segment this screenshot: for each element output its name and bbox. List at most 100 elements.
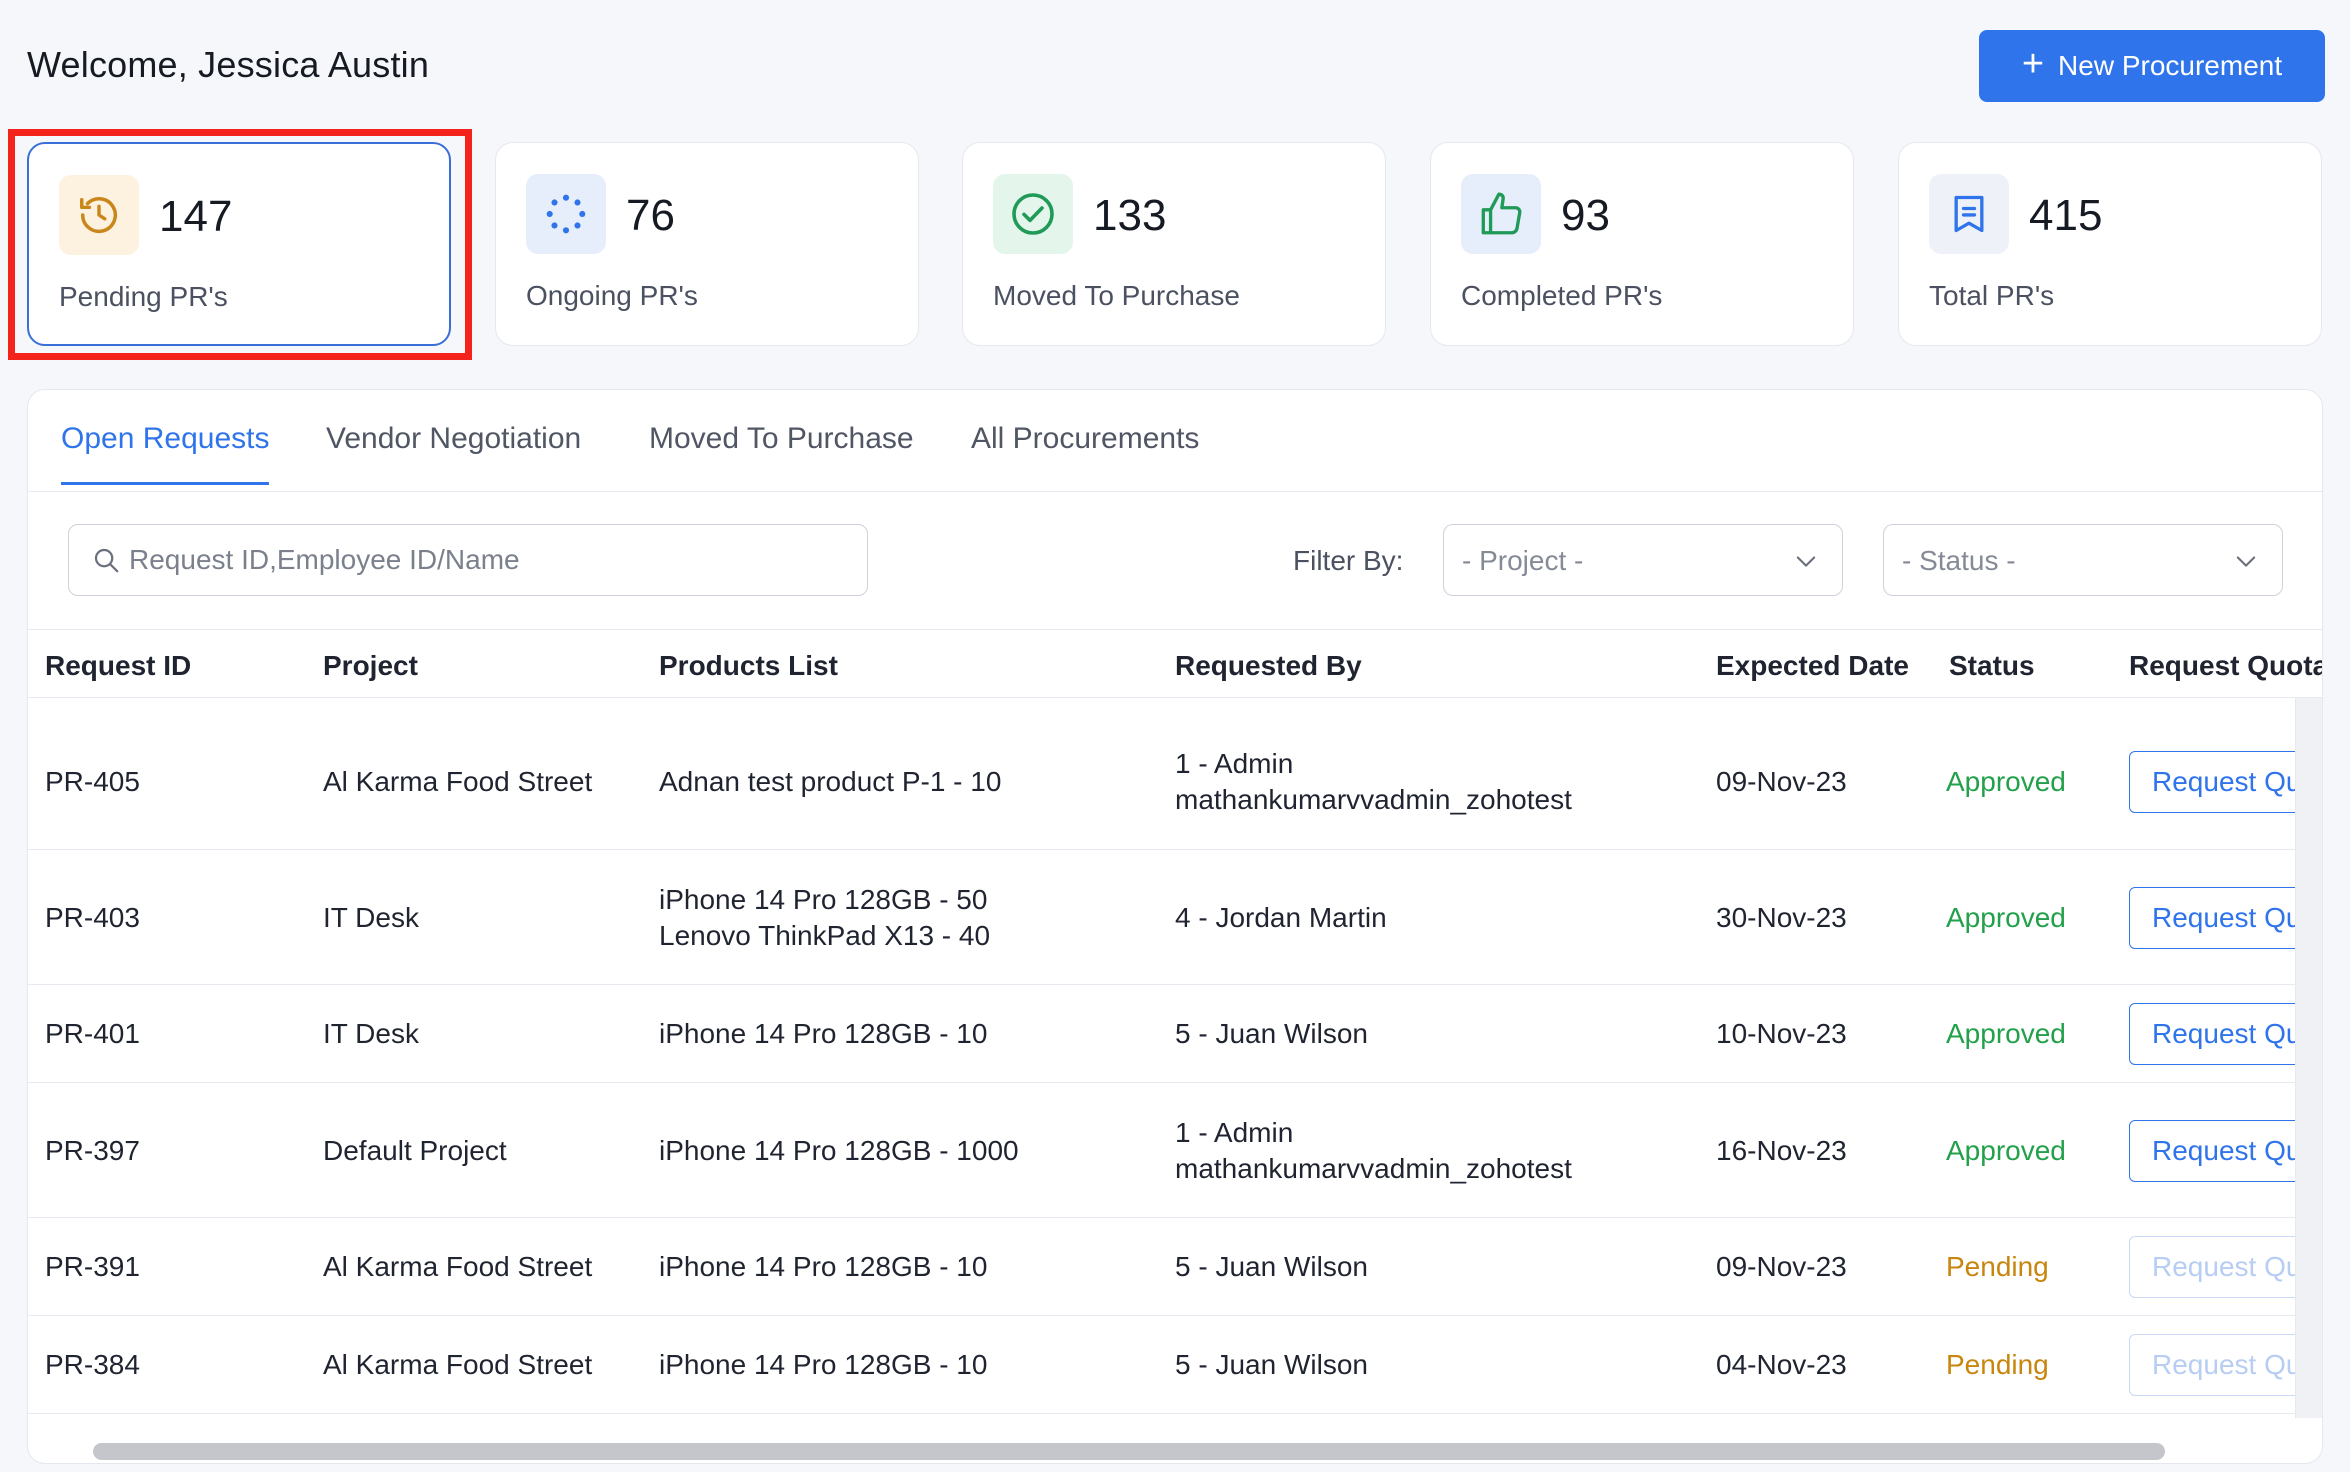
card-moved-to-purchase[interactable]: 133 Moved To Purchase: [962, 142, 1386, 346]
requested-by-email: mathankumarvvadmin_zohotest: [1175, 784, 1572, 815]
request-quotation-button[interactable]: Request Qu: [2129, 751, 2295, 813]
search-icon: [94, 548, 119, 573]
request-id: PR-391: [45, 1251, 140, 1282]
expected-date: 04-Nov-23: [1716, 1349, 1847, 1380]
requested-by: 5 - Juan Wilson: [1175, 1251, 1368, 1282]
requested-by: 5 - Juan Wilson: [1175, 1018, 1368, 1049]
column-header: Request Quotat: [2129, 650, 2323, 681]
request-id: PR-384: [45, 1349, 140, 1380]
table-body: PR-405 Al Karma Food Street Adnan test p…: [28, 698, 2295, 1418]
card-label: Pending PR's: [59, 281, 228, 312]
request-quotation-button[interactable]: Request Qu: [2129, 1003, 2295, 1065]
project-name: IT Desk: [323, 902, 419, 933]
status-text: Approved: [1946, 902, 2066, 933]
vertical-scrollbar[interactable]: [2295, 698, 2322, 1418]
product-item: Lenovo ThinkPad X13 - 40: [659, 920, 991, 951]
product-item: iPhone 14 Pro 128GB - 10: [659, 1251, 988, 1282]
table-row[interactable]: PR-403 IT Desk iPhone 14 Pro 128GB - 50 …: [28, 850, 2295, 985]
tab-all-procurements[interactable]: All Procurements: [971, 422, 1199, 482]
welcome-title: Welcome, Jessica Austin: [27, 44, 430, 85]
plus-icon: +: [2021, 43, 2045, 85]
requested-by: 1 - Admin: [1175, 748, 1294, 779]
tab-open-requests[interactable]: Open Requests: [61, 422, 270, 485]
expected-date: 16-Nov-23: [1716, 1135, 1847, 1166]
requests-panel: Open Requests Vendor Negotiation Moved T…: [27, 389, 2323, 1464]
requested-by: 4 - Jordan Martin: [1175, 902, 1387, 933]
request-id: PR-403: [45, 902, 140, 933]
card-total-prs[interactable]: 415 Total PR's: [1898, 142, 2322, 346]
new-procurement-button[interactable]: + New Procurement: [1979, 30, 2325, 102]
horizontal-scrollbar[interactable]: [93, 1443, 2165, 1460]
search-box: [68, 524, 868, 596]
column-header: Expected Date: [1716, 650, 1909, 681]
requested-by: 5 - Juan Wilson: [1175, 1349, 1368, 1380]
page-header: Welcome, Jessica Austin + New Procuremen…: [0, 0, 2350, 135]
filter-by-label: Filter By:: [1293, 545, 1404, 576]
table-row[interactable]: PR-384 Al Karma Food Street iPhone 14 Pr…: [28, 1316, 2295, 1414]
status-select[interactable]: - Status -: [1883, 524, 2283, 596]
chevron-down-icon: [2236, 556, 2256, 567]
status-text: Pending: [1946, 1349, 2049, 1380]
column-header: Request ID: [45, 650, 192, 681]
product-item: iPhone 14 Pro 128GB - 1000: [659, 1135, 1019, 1166]
request-id: PR-397: [45, 1135, 140, 1166]
status-text: Approved: [1946, 1135, 2066, 1166]
column-header: Products List: [659, 650, 838, 681]
card-completed-prs[interactable]: 93 Completed PR's: [1430, 142, 1854, 346]
card-label: Completed PR's: [1461, 280, 1663, 311]
card-ongoing-prs[interactable]: 76 Ongoing PR's: [495, 142, 919, 346]
request-quotation-button[interactable]: Request Qu: [2129, 887, 2295, 949]
request-id: PR-401: [45, 1018, 140, 1049]
card-count: 93: [1561, 191, 1610, 240]
tab-vendor-negotiation[interactable]: Vendor Negotiation: [326, 422, 581, 482]
request-id: PR-405: [45, 766, 140, 797]
card-label: Ongoing PR's: [526, 280, 698, 311]
request-quotation-button[interactable]: Request Qu: [2129, 1120, 2295, 1182]
stat-cards: 147 Pending PR's 76 Ongoing PR's 133 Mov…: [0, 142, 2350, 348]
product-item: iPhone 14 Pro 128GB - 10: [659, 1349, 988, 1380]
product-item: Adnan test product P-1 - 10: [659, 766, 1002, 797]
product-item: iPhone 14 Pro 128GB - 10: [659, 1018, 988, 1049]
column-header: Status: [1949, 650, 2035, 681]
card-count: 415: [2029, 191, 2103, 240]
table-row[interactable]: PR-401 IT Desk iPhone 14 Pro 128GB - 10 …: [28, 985, 2295, 1083]
column-header: Project: [323, 650, 418, 681]
table-row[interactable]: PR-391 Al Karma Food Street iPhone 14 Pr…: [28, 1218, 2295, 1316]
project-select-value: - Project -: [1462, 545, 1584, 576]
card-label: Total PR's: [1929, 280, 2055, 311]
expected-date: 30-Nov-23: [1716, 902, 1847, 933]
expected-date: 09-Nov-23: [1716, 1251, 1847, 1282]
tab-moved-to-purchase[interactable]: Moved To Purchase: [649, 422, 914, 482]
table-row[interactable]: PR-397 Default Project iPhone 14 Pro 128…: [28, 1083, 2295, 1218]
table-header: Request ID Project Products List Request…: [28, 629, 2322, 698]
thumbs-up-icon: [1461, 174, 1541, 254]
expected-date: 09-Nov-23: [1716, 766, 1847, 797]
search-input[interactable]: [129, 535, 849, 585]
project-name: Default Project: [323, 1135, 507, 1166]
project-name: Al Karma Food Street: [323, 1251, 593, 1282]
chevron-down-icon: [1796, 556, 1816, 567]
new-procurement-label: New Procurement: [2058, 50, 2283, 81]
card-count: 76: [626, 191, 675, 240]
project-select[interactable]: - Project -: [1443, 524, 1843, 596]
requested-by-email: mathankumarvvadmin_zohotest: [1175, 1153, 1572, 1184]
receipt-icon: [1929, 174, 2009, 254]
check-circle-icon: [993, 174, 1073, 254]
status-text: Pending: [1946, 1251, 2049, 1282]
project-name: Al Karma Food Street: [323, 766, 593, 797]
history-icon: [59, 175, 139, 255]
expected-date: 10-Nov-23: [1716, 1018, 1847, 1049]
tab-bar: Open Requests Vendor Negotiation Moved T…: [28, 390, 2322, 492]
status-select-value: - Status -: [1902, 545, 2016, 576]
card-count: 133: [1093, 191, 1167, 240]
table-row[interactable]: PR-405 Al Karma Food Street Adnan test p…: [28, 698, 2295, 850]
status-text: Approved: [1946, 1018, 2066, 1049]
product-item: iPhone 14 Pro 128GB - 50: [659, 884, 988, 915]
requested-by: 1 - Admin: [1175, 1117, 1294, 1148]
card-label: Moved To Purchase: [993, 280, 1240, 311]
card-count: 147: [159, 192, 233, 241]
status-text: Approved: [1946, 766, 2066, 797]
project-name: IT Desk: [323, 1018, 419, 1049]
card-pending-prs[interactable]: 147 Pending PR's: [27, 142, 451, 346]
request-quotation-button: Request Qu: [2129, 1236, 2295, 1298]
